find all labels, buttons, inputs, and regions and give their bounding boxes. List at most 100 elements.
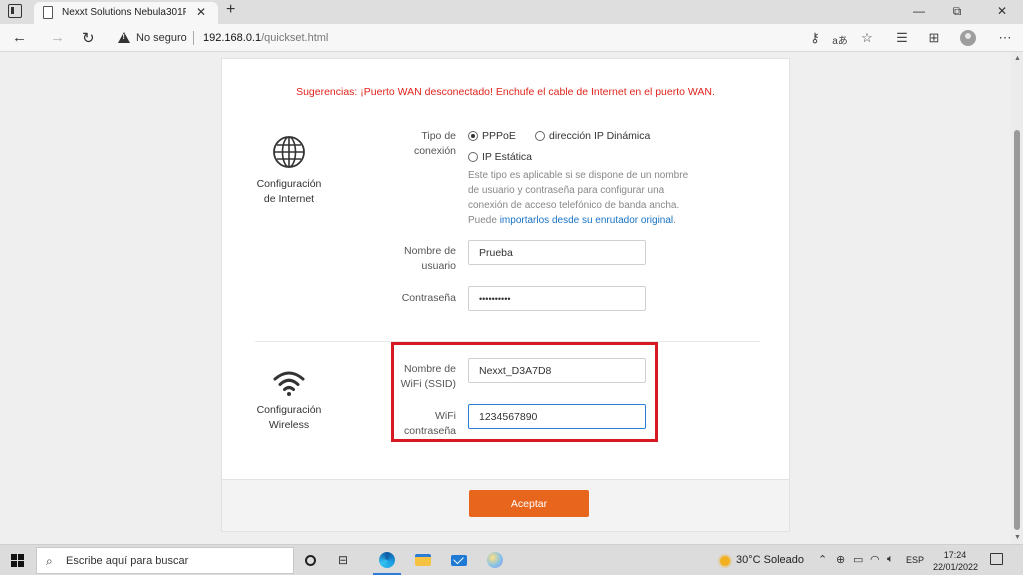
more-menu-icon[interactable]: ⋯ (996, 30, 1014, 46)
key-icon[interactable]: ⚷ (806, 30, 824, 46)
wifi-password-label-line-2: contraseña (404, 425, 456, 437)
connection-type-label-line-1: Tipo de (421, 130, 456, 142)
windows-start-icon[interactable] (11, 554, 24, 567)
internet-label-line-2: de Internet (263, 193, 315, 205)
forward-icon[interactable]: → (50, 29, 65, 46)
ssid-label: Nombre de WiFi (SSID) (386, 362, 456, 392)
notifications-icon[interactable] (990, 553, 1003, 565)
username-label: Nombre de usuario (386, 244, 456, 274)
favorites-icon[interactable]: ☰ (893, 30, 911, 46)
url-field[interactable]: 192.168.0.1/quickset.html (203, 32, 328, 44)
description-line-1: Este tipo es aplicable si se dispone de … (468, 170, 689, 181)
tab-actions-icon[interactable] (8, 4, 22, 18)
profile-avatar[interactable] (960, 30, 976, 46)
network-icon[interactable]: ◠ (870, 553, 880, 566)
ssid-label-line-1: Nombre de (404, 363, 456, 375)
radio-pppoe-dot[interactable] (468, 131, 478, 141)
browser-tab-bar: Nexxt Solutions Nebula301Plus - ✕ + — ⧉ … (0, 0, 1023, 24)
radio-pppoe-label: PPPoE (482, 130, 516, 142)
weather-text[interactable]: 30°C Soleado (736, 554, 804, 566)
radio-static-ip-dot[interactable] (468, 152, 478, 162)
radio-dynamic-ip-dot[interactable] (535, 131, 545, 141)
pppoe-description: Este tipo es aplicable si se dispone de … (468, 168, 718, 228)
address-bar: ← → ↻ No seguro 192.168.0.1/quickset.htm… (0, 24, 1023, 52)
page-scrollbar[interactable]: ▲ ▼ (1011, 52, 1023, 544)
radio-dynamic-ip[interactable]: dirección IP Dinámica (535, 130, 650, 142)
task-view-icon[interactable]: ⊟ (333, 550, 353, 570)
ssid-input[interactable] (468, 358, 646, 383)
wifi-password-label-line-1: WiFi (435, 410, 456, 422)
favorite-add-icon[interactable]: ☆ (858, 30, 876, 46)
meet-now-icon[interactable]: ⊕ (836, 553, 845, 566)
wireless-label-line-2: Wireless (268, 419, 310, 431)
scroll-up-icon[interactable]: ▲ (1014, 55, 1021, 62)
wifi-password-input[interactable] (468, 404, 646, 429)
sun-icon (720, 556, 730, 566)
description-suffix: . (673, 215, 676, 226)
close-icon[interactable]: ✕ (196, 5, 206, 19)
security-label[interactable]: No seguro (136, 32, 187, 44)
battery-icon[interactable]: ▭ (853, 553, 863, 566)
search-placeholder: Escribe aquí para buscar (66, 555, 189, 567)
wifi-icon (273, 371, 305, 396)
read-aloud-icon[interactable]: aあ (831, 32, 849, 47)
wan-hint: Sugerencias: ¡Puerto WAN desconectado! E… (296, 86, 715, 98)
scroll-down-icon[interactable]: ▼ (1014, 534, 1021, 541)
clock-time: 17:24 (943, 550, 967, 560)
restore-icon[interactable]: ⧉ (947, 4, 967, 19)
radio-pppoe[interactable]: PPPoE (468, 130, 516, 142)
clock-date: 22/01/2022 (933, 562, 979, 572)
section-divider (255, 341, 760, 342)
minimize-icon[interactable]: — (909, 4, 929, 18)
url-host: 192.168.0.1 (203, 32, 262, 44)
internet-section-label: Configuración de Internet (239, 177, 339, 207)
accept-button[interactable]: Aceptar (469, 490, 589, 517)
cortana-icon[interactable] (305, 555, 316, 566)
back-icon[interactable]: ← (12, 29, 27, 46)
language-indicator[interactable]: ESP (906, 555, 924, 565)
radio-static-ip[interactable]: IP Estática (468, 151, 532, 163)
password-input[interactable] (468, 286, 646, 311)
refresh-icon[interactable]: ↻ (82, 29, 95, 47)
tray-chevron-icon[interactable]: ⌃ (818, 553, 827, 566)
edge-icon[interactable] (377, 550, 397, 570)
connection-type-label-line-2: conexión (413, 145, 456, 157)
url-path: /quickset.html (261, 32, 329, 44)
window-close-icon[interactable]: ✕ (992, 4, 1012, 18)
scroll-thumb[interactable] (1014, 130, 1020, 530)
warning-icon[interactable] (118, 32, 130, 43)
globe-icon (273, 136, 305, 168)
import-settings-link[interactable]: importarlos desde su enrutador original (500, 215, 673, 226)
address-separator (193, 31, 194, 45)
username-input[interactable] (468, 240, 646, 265)
radio-static-ip-label: IP Estática (482, 151, 532, 163)
browser-tab[interactable]: Nexxt Solutions Nebula301Plus - ✕ (34, 2, 218, 24)
description-prefix: Puede (468, 215, 500, 226)
clock[interactable]: 17:24 22/01/2022 (933, 549, 979, 573)
description-line-2: de usuario y contraseña para configurar … (468, 185, 665, 196)
username-label-line-2: usuario (421, 260, 456, 272)
ssid-label-line-2: WiFi (SSID) (400, 378, 456, 390)
page-viewport: Sugerencias: ¡Puerto WAN desconectado! E… (0, 52, 1023, 544)
file-explorer-icon[interactable] (413, 550, 433, 570)
wireless-label-line-1: Configuración (256, 404, 322, 416)
paint-icon[interactable] (485, 550, 505, 570)
connection-type-label: Tipo de conexión (386, 129, 456, 159)
radio-dynamic-ip-label: dirección IP Dinámica (549, 130, 651, 142)
username-label-line-1: Nombre de (404, 245, 456, 257)
wifi-password-label: WiFi contraseña (386, 409, 456, 439)
tab-title: Nexxt Solutions Nebula301Plus - (62, 7, 186, 18)
search-icon: ⌕ (46, 554, 53, 568)
collections-icon[interactable]: ⊞ (925, 30, 943, 46)
description-line-3: conexión de acceso telefónico de banda a… (468, 200, 680, 211)
card-footer: Aceptar (222, 479, 789, 531)
taskbar: ⌕ Escribe aquí para buscar ⊟ 30°C Solead… (0, 544, 1023, 575)
quickset-card: Sugerencias: ¡Puerto WAN desconectado! E… (221, 58, 790, 532)
description-line-4: Puede importarlos desde su enrutador ori… (468, 213, 718, 228)
page-icon (43, 6, 53, 19)
new-tab-icon[interactable]: + (226, 1, 235, 19)
taskbar-search[interactable]: ⌕ Escribe aquí para buscar (36, 547, 294, 574)
volume-icon[interactable]: 🔈︎ (887, 553, 894, 566)
internet-label-line-1: Configuración (256, 178, 322, 190)
mail-icon[interactable] (449, 550, 469, 570)
